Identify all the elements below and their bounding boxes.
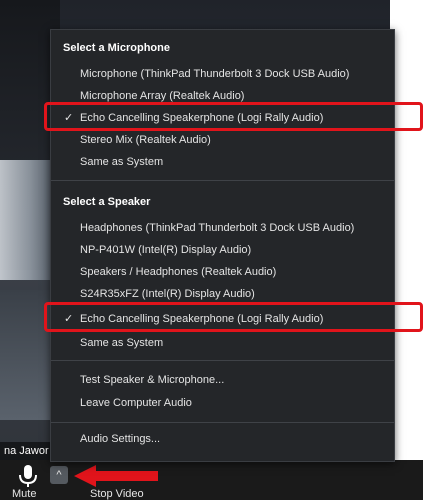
- microphone-section-title: Select a Microphone: [63, 42, 170, 54]
- mic-option-label: Same as System: [80, 156, 164, 168]
- speaker-option[interactable]: Speakers / Headphones (Realtek Audio): [51, 261, 394, 283]
- video-wall-light: [0, 160, 55, 280]
- speaker-selection-highlight: [44, 302, 423, 332]
- speaker-section-title: Select a Speaker: [63, 196, 151, 208]
- speaker-option-label: Headphones (ThinkPad Thunderbolt 3 Dock …: [80, 222, 355, 234]
- audio-options-button[interactable]: ^: [50, 466, 68, 484]
- speaker-option-label: NP-P401W (Intel(R) Display Audio): [80, 244, 252, 256]
- speaker-option[interactable]: Headphones (ThinkPad Thunderbolt 3 Dock …: [51, 217, 394, 239]
- mic-option[interactable]: Same as System: [51, 151, 394, 173]
- mic-selection-highlight: [44, 102, 423, 131]
- speaker-option[interactable]: NP-P401W (Intel(R) Display Audio): [51, 239, 394, 261]
- mute-button[interactable]: [14, 463, 42, 489]
- mic-option-label: Microphone (ThinkPad Thunderbolt 3 Dock …: [80, 68, 350, 80]
- test-speaker-mic-item[interactable]: Test Speaker & Microphone...: [51, 369, 394, 391]
- leave-computer-audio-item[interactable]: Leave Computer Audio: [51, 392, 394, 414]
- test-speaker-mic-label: Test Speaker & Microphone...: [80, 374, 225, 386]
- participant-name-tag: na Jawor: [0, 442, 53, 460]
- audio-settings-item[interactable]: Audio Settings...: [51, 428, 394, 450]
- mic-option[interactable]: Microphone (ThinkPad Thunderbolt 3 Dock …: [51, 63, 394, 85]
- audio-menu: Select a Microphone Microphone (ThinkPad…: [50, 29, 395, 462]
- red-arrow-annotation: [74, 465, 158, 487]
- speaker-option[interactable]: Same as System: [51, 332, 394, 354]
- menu-divider: [51, 422, 394, 423]
- speaker-option-label: Speakers / Headphones (Realtek Audio): [80, 266, 277, 278]
- stop-video-label[interactable]: Stop Video: [90, 488, 144, 500]
- mic-option[interactable]: Stereo Mix (Realtek Audio): [51, 129, 394, 151]
- speaker-option-label: Same as System: [80, 337, 164, 349]
- chevron-up-icon: ^: [56, 469, 62, 481]
- mute-label: Mute: [12, 488, 37, 500]
- leave-computer-audio-label: Leave Computer Audio: [80, 397, 192, 409]
- menu-divider: [51, 180, 394, 181]
- audio-settings-label: Audio Settings...: [80, 433, 161, 445]
- menu-divider: [51, 360, 394, 361]
- microphone-icon: [19, 465, 37, 487]
- mic-option-label: Stereo Mix (Realtek Audio): [80, 134, 211, 146]
